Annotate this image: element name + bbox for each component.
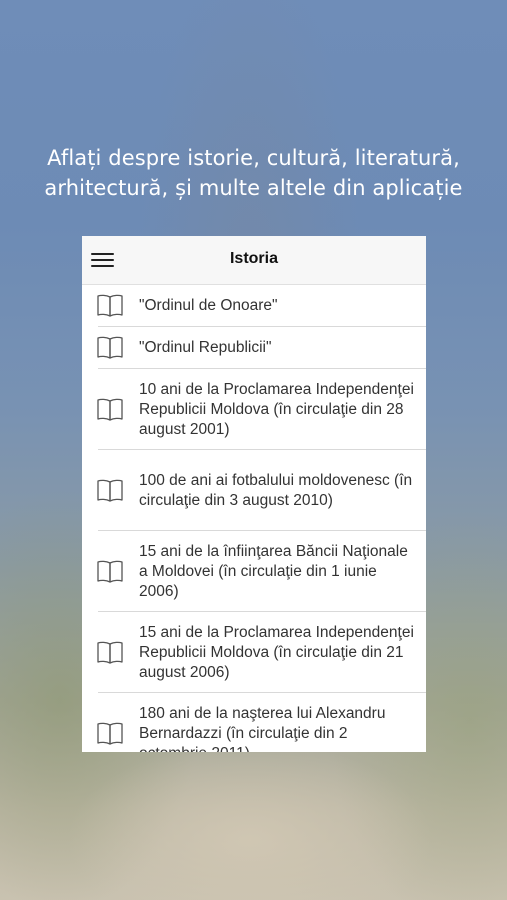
book-icon (97, 560, 123, 583)
list-item[interactable]: "Ordinul de Onoare" (82, 285, 426, 327)
list-item-label: 10 ani de la Proclamarea Independenţei R… (139, 380, 414, 438)
list-item[interactable]: 15 ani de la înfiinţarea Băncii Naţional… (82, 531, 426, 612)
navigation-bar: Istoria (82, 236, 426, 285)
list-item[interactable]: 100 de ani ai fotbalului moldovenesc (în… (82, 450, 426, 531)
list-item[interactable]: 180 ani de la naşterea lui Alexandru Ber… (82, 693, 426, 752)
list-item-label: 15 ani de la Proclamarea Independenţei R… (139, 623, 414, 681)
promo-headline-line-2: arhitectură, și multe altele din aplicaț… (44, 176, 463, 200)
list-item[interactable]: 15 ani de la Proclamarea Independenţei R… (82, 612, 426, 693)
promo-headline: Aflați despre istorie, cultură, literatu… (0, 143, 507, 203)
page-title: Istoria (229, 250, 278, 267)
book-icon (97, 479, 123, 502)
book-icon (97, 641, 123, 664)
list-item[interactable]: 10 ani de la Proclamarea Independenţei R… (82, 369, 426, 450)
book-icon (97, 722, 123, 745)
history-list: "Ordinul de Onoare" "Ordinul Republicii"… (82, 285, 426, 752)
list-item-label: 100 de ani ai fotbalului moldovenesc (în… (139, 471, 413, 509)
book-icon (97, 398, 123, 421)
promo-headline-line-1: Aflați despre istorie, cultură, literatu… (47, 146, 460, 170)
list-item-label: 15 ani de la înfiinţarea Băncii Naţional… (139, 542, 408, 600)
list-item-label: "Ordinul de Onoare" (139, 297, 278, 314)
list-item-label: 180 ani de la naşterea lui Alexandru Ber… (139, 704, 386, 753)
app-screen: Istoria "Ordinul de Onoare" "Ordinul Rep… (82, 236, 426, 752)
book-icon (97, 294, 123, 317)
list-item[interactable]: "Ordinul Republicii" (82, 327, 426, 369)
book-icon (97, 336, 123, 359)
list-item-label: "Ordinul Republicii" (139, 339, 272, 356)
